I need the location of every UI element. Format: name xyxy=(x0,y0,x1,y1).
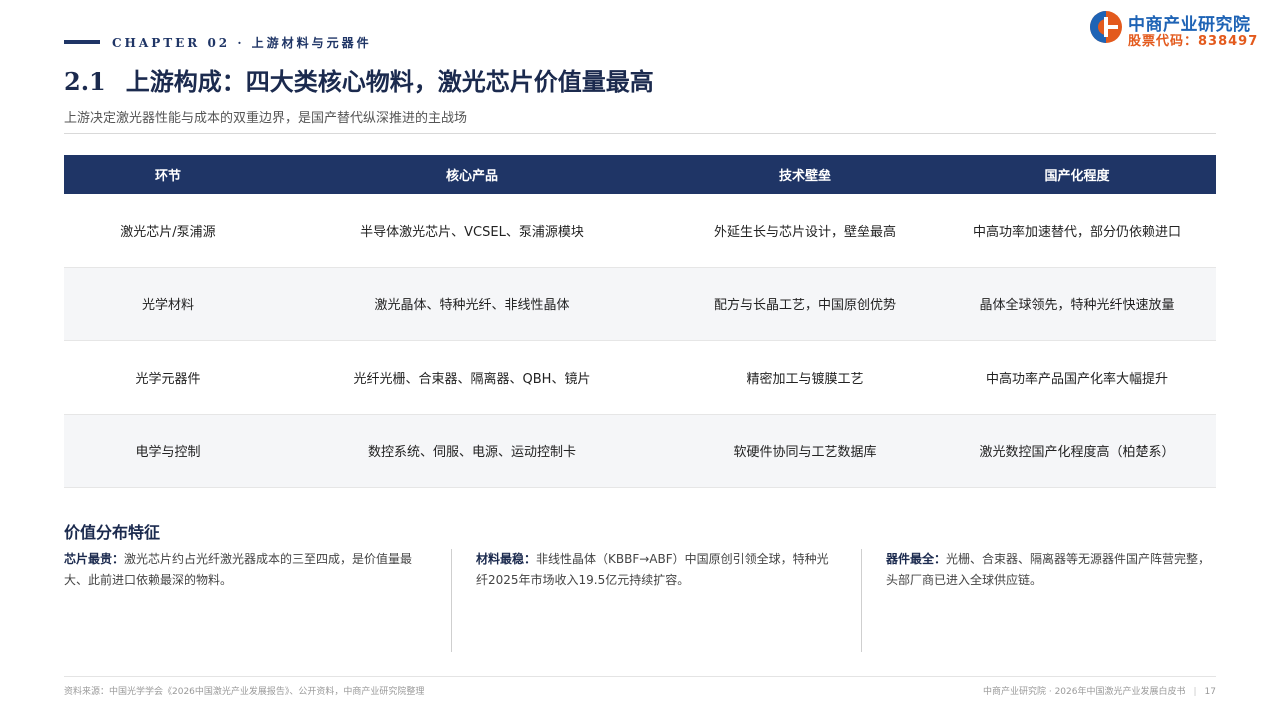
table-cell: 精密加工与镀膜工艺 xyxy=(746,371,864,387)
table-cell: 光学元器件 xyxy=(135,371,201,387)
page-number: 17 xyxy=(1204,687,1216,697)
table-row: 激光芯片/泵浦源 半导体激光芯片、VCSEL、泵浦源模块 外延生长与芯片设计，壁… xyxy=(64,194,1216,268)
header-divider xyxy=(64,133,1216,134)
table-cell: 配方与长晶工艺，中国原创优势 xyxy=(713,298,896,314)
column-divider xyxy=(861,549,862,652)
upstream-table: 环节 核心产品 技术壁垒 国产化程度 激光芯片/泵浦源 半导体激光芯片、VCSE… xyxy=(64,155,1216,488)
page-subtitle: 上游决定激光器性能与成本的双重边界，是国产替代纵深推进的主战场 xyxy=(64,111,468,126)
column-divider xyxy=(451,549,452,652)
chapter-label: CHAPTER 02 · 上游材料与元器件 xyxy=(112,36,372,50)
table-cell: 外延生长与芯片设计，壁垒最高 xyxy=(713,224,896,240)
table-cell: 半导体激光芯片、VCSEL、泵浦源模块 xyxy=(360,224,584,240)
value-columns: 芯片最贵：激光芯片约占光纤激光器成本的三至四成，是价值量最大、此前进口依赖最深的… xyxy=(64,549,1216,652)
table-cell: 激光数控国产化程度高（柏楚系） xyxy=(979,445,1175,461)
table-row: 电学与控制 数控系统、伺服、电源、运动控制卡 软硬件协同与工艺数据库 激光数控国… xyxy=(64,414,1216,488)
table-cell: 激光芯片/泵浦源 xyxy=(120,224,216,240)
table-cell: 软硬件协同与工艺数据库 xyxy=(733,445,877,461)
table-row: 光学材料 激光晶体、特种光纤、非线性晶体 配方与长晶工艺，中国原创优势 晶体全球… xyxy=(64,267,1216,341)
table-cell: 激光晶体、特种光纤、非线性晶体 xyxy=(374,298,570,314)
table-cell: 中高功率产品国产化率大幅提升 xyxy=(985,371,1168,387)
publisher: 中商产业研究院 · 2026年中国激光产业发展白皮书 xyxy=(983,687,1186,697)
value-item-label: 芯片最贵： xyxy=(64,552,125,566)
value-item-material: 材料最稳：非线性晶体（KBBF→ABF）中国原创引领全球，特种光纤2025年市场… xyxy=(476,549,836,652)
table-cell: 晶体全球领先，特种光纤快速放量 xyxy=(979,298,1175,314)
value-item-label: 材料最稳： xyxy=(476,552,537,566)
footer-info: 中商产业研究院 · 2026年中国激光产业发展白皮书 | 17 xyxy=(983,684,1216,697)
chapter-accent-bar xyxy=(64,40,100,44)
value-item-chip: 芯片最贵：激光芯片约占光纤激光器成本的三至四成，是价值量最大、此前进口依赖最深的… xyxy=(64,549,420,652)
source-note: 资料来源：中国光学学会《2026中国激光产业发展报告》、公开资料，中商产业研究院… xyxy=(64,687,425,697)
title-text: 上游构成：四大类核心物料，激光芯片价值量最高 xyxy=(125,67,654,96)
table-cell: 光学材料 xyxy=(141,298,194,314)
page-title: 2.1 上游构成：四大类核心物料，激光芯片价值量最高 xyxy=(64,62,654,97)
section-title: 价值分布特征 xyxy=(64,523,161,542)
header-cell-segment: 环节 xyxy=(154,169,181,184)
footer-divider xyxy=(64,676,1216,677)
value-item-label: 器件最全： xyxy=(886,552,947,566)
table-cell: 数控系统、伺服、电源、运动控制卡 xyxy=(367,445,576,461)
table-cell: 光纤光栅、合束器、隔离器、QBH、镜片 xyxy=(353,371,591,387)
footer-separator: | xyxy=(1193,687,1197,697)
header-cell-barrier: 技术壁垒 xyxy=(778,169,831,184)
header-cell-products: 核心产品 xyxy=(445,169,498,184)
logo-icon xyxy=(1090,11,1122,43)
table-cell: 电学与控制 xyxy=(135,445,201,461)
table-header: 环节 核心产品 技术壁垒 国产化程度 xyxy=(64,155,1216,194)
value-item-device: 器件最全：光栅、合束器、隔离器等无源器件国产阵营完整，头部厂商已进入全球供应链。 xyxy=(886,549,1216,652)
table-cell: 中高功率加速替代，部分仍依赖进口 xyxy=(972,224,1181,240)
stock-code: 股票代码：838497 xyxy=(1128,34,1259,49)
section-number: 2.1 xyxy=(64,67,106,96)
company-logo: 中商产业研究院 股票代码：838497 xyxy=(1088,8,1272,49)
table-row: 光学元器件 光纤光栅、合束器、隔离器、QBH、镜片 精密加工与镀膜工艺 中高功率… xyxy=(64,341,1216,415)
header-cell-localization: 国产化程度 xyxy=(1044,169,1110,184)
